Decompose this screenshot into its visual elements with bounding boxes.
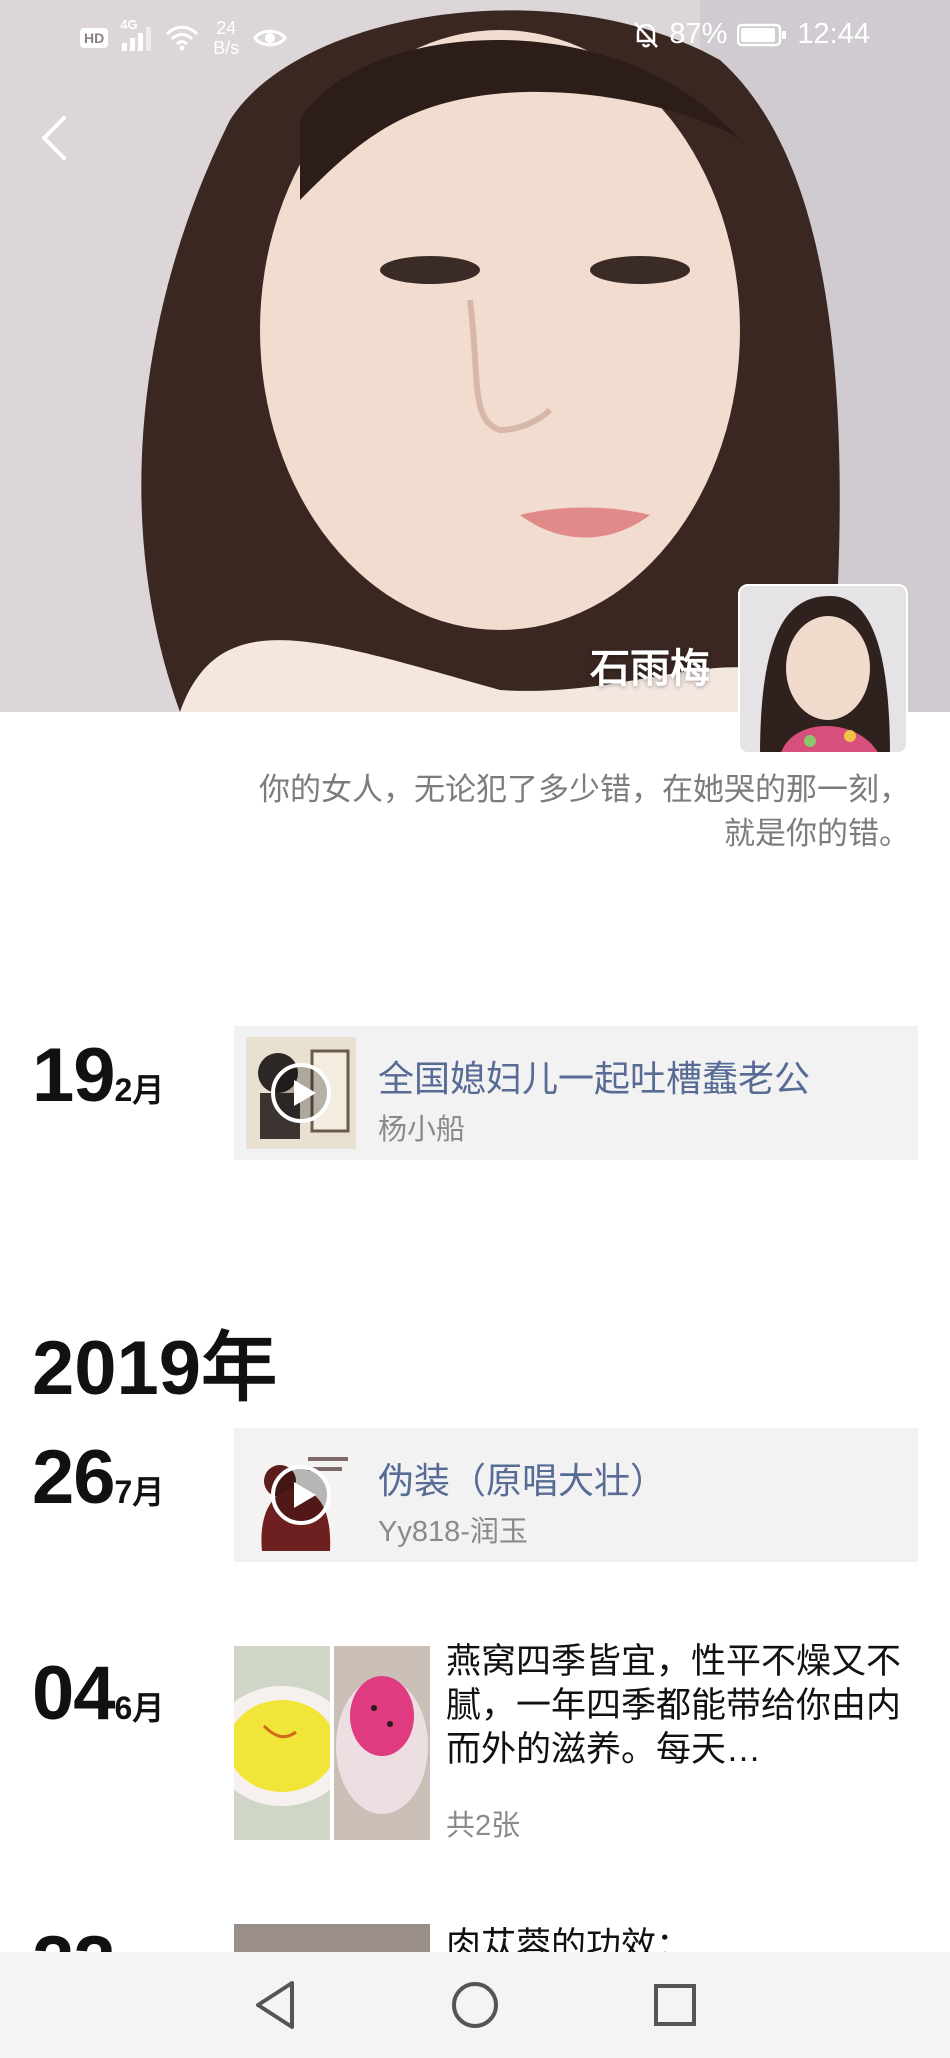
date-label: 192月 <box>32 1033 165 1118</box>
music-thumbnail <box>246 1037 356 1149</box>
nav-home-button[interactable] <box>435 1965 515 2045</box>
mute-bell-icon <box>634 21 659 48</box>
avatar[interactable] <box>738 584 908 754</box>
music-artist: 杨小船 <box>378 1114 466 1146</box>
chevron-left-icon <box>42 116 66 160</box>
profile-name[interactable]: 石雨梅 <box>590 636 710 694</box>
triangle-back-icon <box>256 1981 294 2029</box>
system-nav-bar <box>0 1952 950 2058</box>
play-icon <box>271 1465 331 1525</box>
music-thumbnail <box>246 1439 356 1551</box>
date-label: 046月 <box>32 1651 165 1736</box>
photo-thumbnail[interactable] <box>234 1646 330 1840</box>
square-recents-icon <box>654 1984 696 2026</box>
profile-signature: 你的女人，无论犯了多少错，在她哭的那一刻，就是你的错。 <box>259 772 910 851</box>
photo-count: 共2张 <box>446 1810 521 1842</box>
back-button[interactable] <box>30 108 80 168</box>
date-label: 267月 <box>32 1435 165 1520</box>
nav-back-button[interactable] <box>235 1965 315 2045</box>
signal-icon: 4G <box>120 17 152 51</box>
post-text[interactable]: 燕窝四季皆宜，性平不燥又不腻，一年四季都能带给你由内而外的滋养。每天… <box>446 1640 906 1772</box>
photo-thumbnail[interactable] <box>334 1646 430 1840</box>
battery-percent: 87% <box>669 18 728 50</box>
music-card[interactable]: 全国媳妇儿一起吐槽蠢老公 杨小船 <box>234 1026 918 1160</box>
music-title[interactable]: 全国媳妇儿一起吐槽蠢老公 <box>378 1050 810 1102</box>
net-speed: 24 B/s <box>213 18 240 58</box>
eye-icon <box>253 29 288 47</box>
circle-home-icon <box>452 1982 498 2028</box>
nav-recents-button[interactable] <box>635 1965 715 2045</box>
wifi-icon <box>166 25 199 51</box>
year-heading: 2019年 <box>32 1326 278 1411</box>
photo-thumbnails[interactable] <box>234 1646 430 1840</box>
music-artist: Yy818-润玉 <box>378 1516 528 1548</box>
avatar-image <box>740 586 906 752</box>
hd-badge: HD <box>80 28 109 48</box>
play-icon <box>271 1063 331 1123</box>
music-card[interactable]: 伪装（原唱大壮） Yy818-润玉 <box>234 1428 918 1562</box>
status-bar: HD 4G 24 B/s 87% 12:44 <box>0 0 950 80</box>
music-title[interactable]: 伪装（原唱大壮） <box>378 1452 666 1504</box>
clock-time: 12:44 <box>797 18 870 50</box>
battery-icon <box>737 23 787 46</box>
